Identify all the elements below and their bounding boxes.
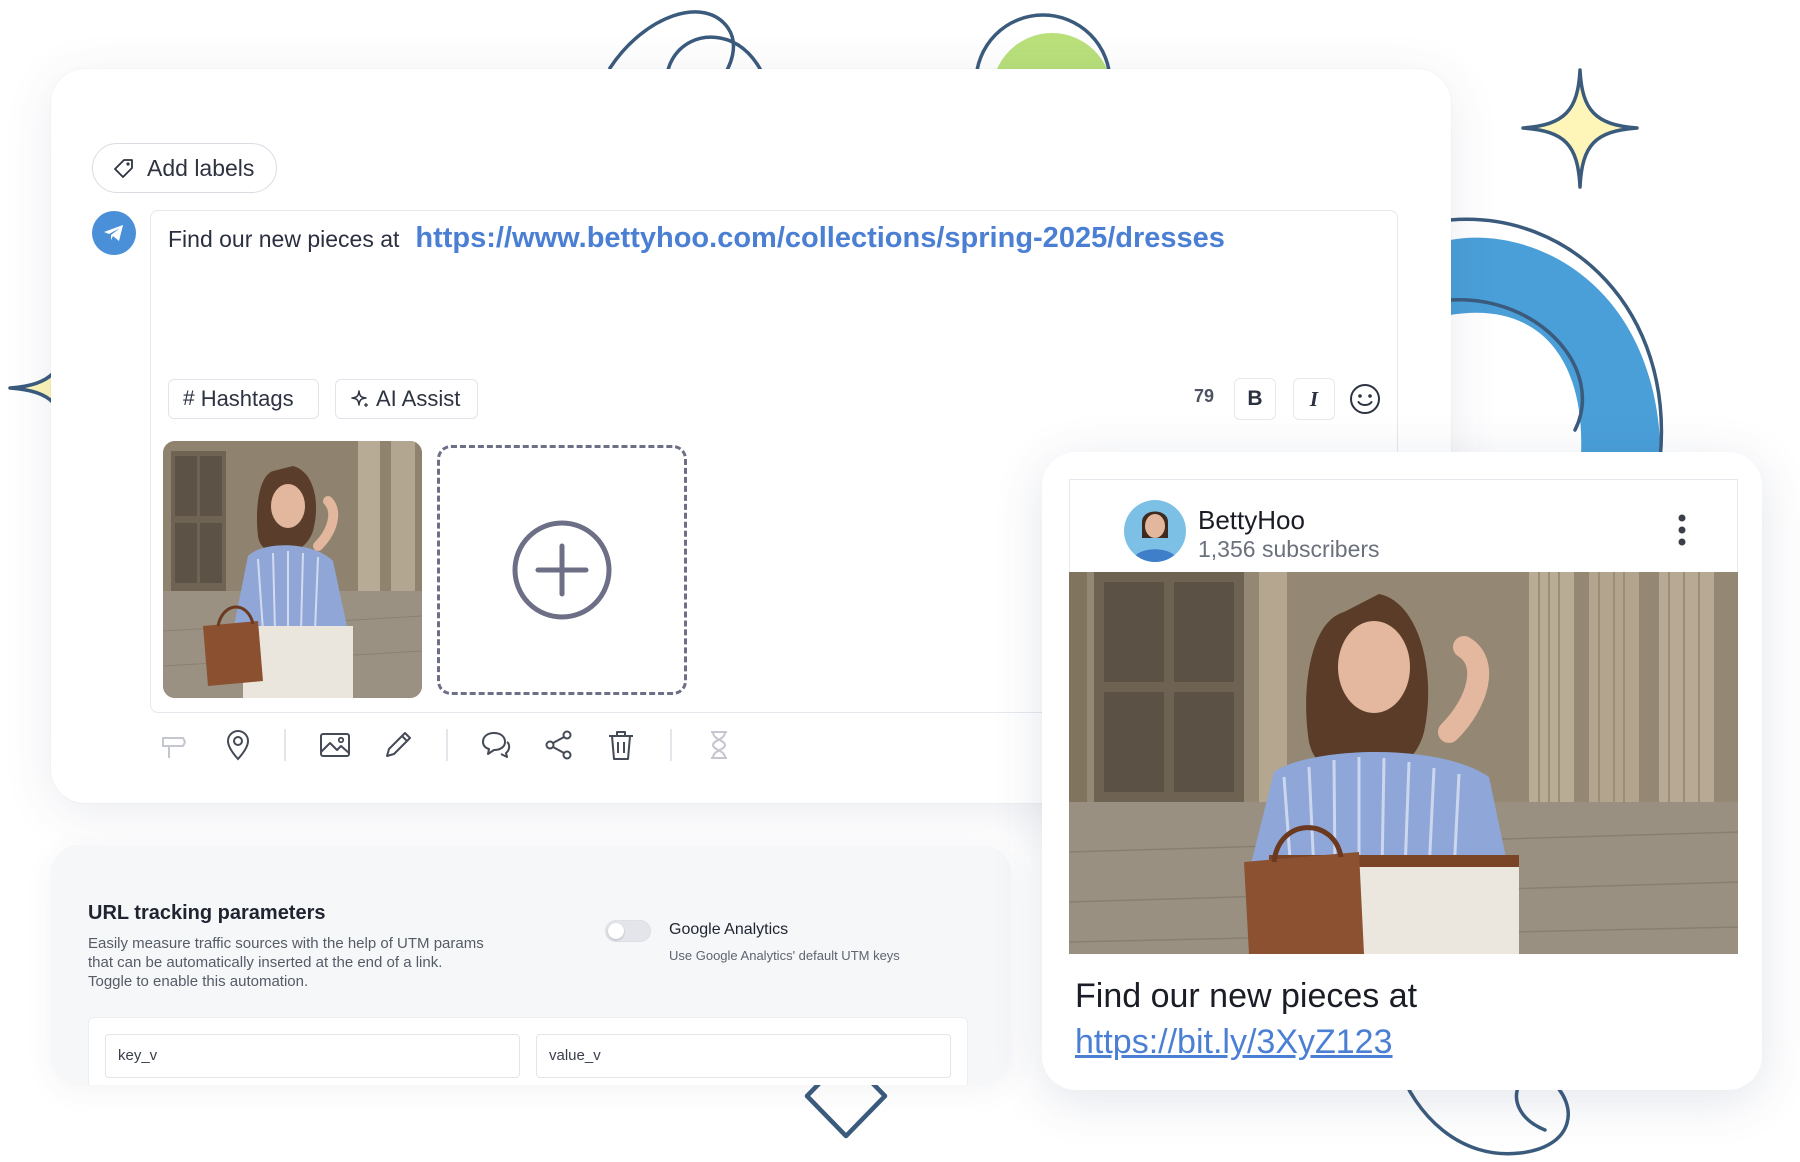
character-count: 79 <box>1194 386 1215 406</box>
toolbar-divider <box>670 729 672 761</box>
post-content[interactable]: Find our new pieces at https://www.betty… <box>168 222 1225 255</box>
more-options-icon[interactable] <box>1672 512 1692 548</box>
hashtags-button[interactable]: # Hashtags <box>168 379 319 419</box>
post-link[interactable]: https://www.bettyhoo.com/collections/spr… <box>415 222 1225 255</box>
channel-name: BettyHoo <box>1198 505 1305 535</box>
add-media-icon <box>512 520 612 620</box>
utm-key-input[interactable]: key_v <box>105 1034 520 1078</box>
smiley-icon[interactable] <box>1348 382 1382 416</box>
utm-value-input[interactable]: value_v <box>536 1034 951 1078</box>
google-analytics-label: Google Analytics <box>669 921 789 938</box>
telegram-icon <box>104 225 123 241</box>
attached-photo-thumbnail[interactable] <box>163 441 422 698</box>
decorative-star-top-right <box>1521 68 1639 189</box>
comment-icon[interactable] <box>479 728 513 762</box>
sparkle-icon <box>351 390 368 407</box>
preview-short-link[interactable]: https://bit.ly/3XyZ123 <box>1075 1019 1417 1065</box>
tracking-description: Easily measure traffic sources with the … <box>88 935 484 990</box>
image-icon[interactable] <box>318 728 352 762</box>
photo-woman-illustration-large <box>1069 572 1738 954</box>
add-media-button[interactable] <box>437 445 687 695</box>
preview-caption: Find our new pieces at https://bit.ly/3X… <box>1075 973 1417 1065</box>
preview-text: Find our new pieces at <box>1075 977 1418 1015</box>
google-analytics-toggle[interactable] <box>605 920 651 942</box>
subscriber-count: 1,356 subscribers <box>1198 536 1380 562</box>
ai-assist-label: AI Assist <box>376 386 461 411</box>
trash-icon[interactable] <box>604 728 638 762</box>
hourglass-icon[interactable] <box>702 728 736 762</box>
italic-button[interactable]: I <box>1293 378 1335 420</box>
pin-icon[interactable] <box>157 728 191 762</box>
hashtags-label: Hashtags <box>200 386 294 411</box>
post-text: Find our new pieces at <box>168 226 400 252</box>
tag-icon <box>114 159 133 178</box>
telegram-channel-avatar[interactable] <box>92 211 136 255</box>
add-labels-label: Add labels <box>147 154 255 181</box>
preview-photo <box>1069 572 1738 954</box>
add-labels-button[interactable]: Add labels <box>92 143 277 193</box>
ai-assist-button[interactable]: AI Assist <box>335 379 478 419</box>
decorative-blue-ring <box>1448 217 1664 470</box>
hash-icon: # <box>183 387 195 410</box>
toolbar-divider <box>446 729 448 761</box>
tracking-title: URL tracking parameters <box>88 902 326 924</box>
avatar-illustration <box>1124 500 1186 562</box>
pencil-icon[interactable] <box>381 728 415 762</box>
photo-woman-illustration <box>163 441 422 698</box>
google-analytics-sublabel: Use Google Analytics' default UTM keys <box>669 948 900 963</box>
bold-button[interactable]: B <box>1234 378 1276 420</box>
toolbar-divider <box>284 729 286 761</box>
avatar <box>1124 500 1186 562</box>
share-icon[interactable] <box>542 728 576 762</box>
location-icon[interactable] <box>221 728 255 762</box>
